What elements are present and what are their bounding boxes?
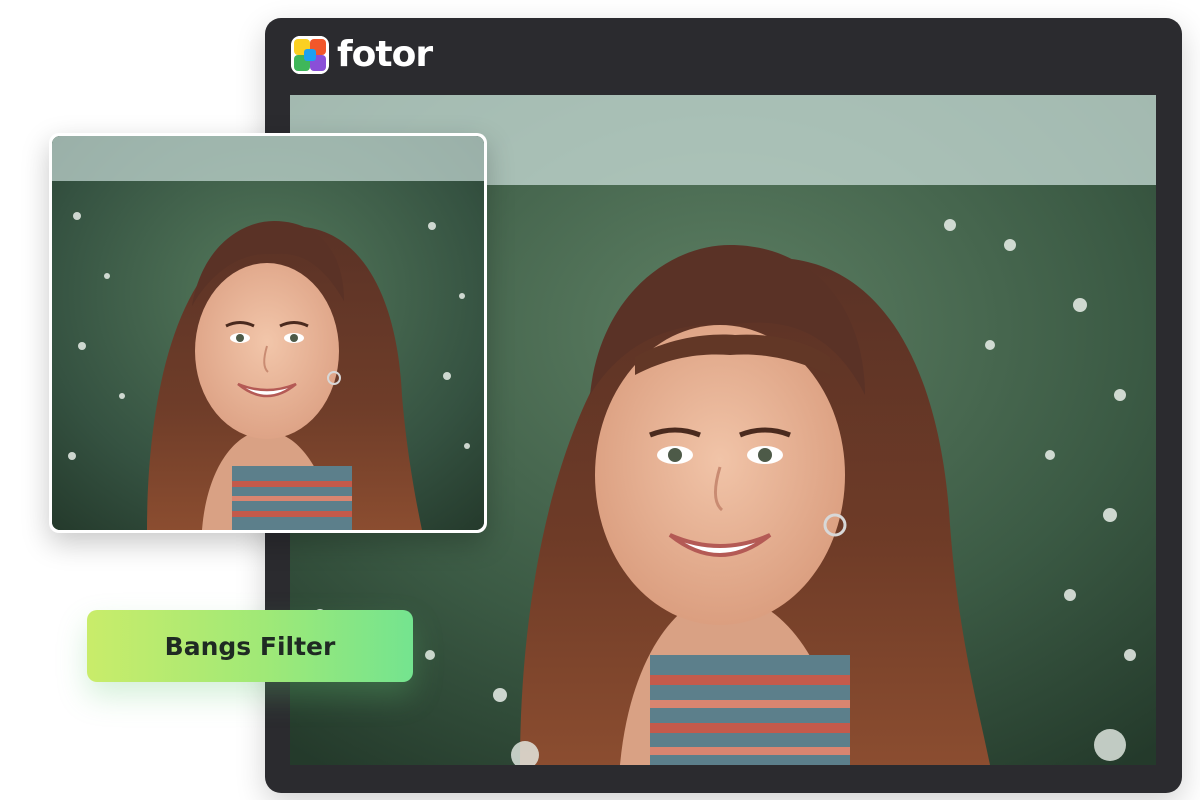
brand-name: fotor — [337, 34, 433, 75]
bangs-filter-button[interactable]: Bangs Filter — [87, 610, 413, 682]
promo-stage: fotor Bangs Filter — [0, 0, 1200, 800]
fotor-logo-icon — [291, 36, 329, 74]
original-photo — [52, 136, 484, 530]
original-photo-card — [49, 133, 487, 533]
brand[interactable]: fotor — [291, 34, 433, 75]
portrait-photo-original — [52, 136, 484, 530]
bangs-filter-label: Bangs Filter — [164, 631, 336, 661]
